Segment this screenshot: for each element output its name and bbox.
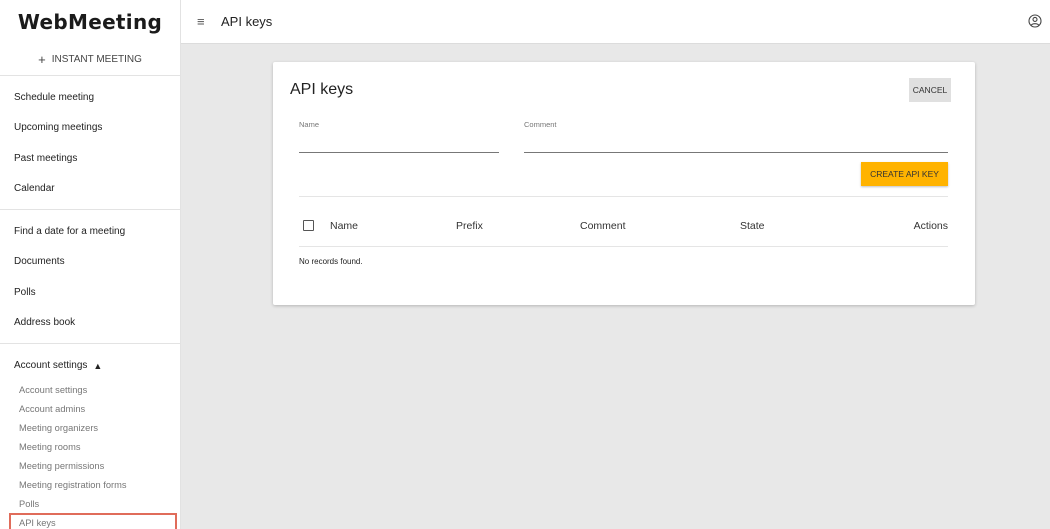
- column-header-comment[interactable]: Comment: [580, 220, 626, 232]
- column-header-state[interactable]: State: [740, 220, 765, 232]
- name-input[interactable]: [299, 140, 499, 151]
- column-header-prefix[interactable]: Prefix: [456, 220, 483, 232]
- sidebar: WebMeeting + INSTANT MEETING Schedule me…: [0, 0, 181, 529]
- card-title: API keys: [290, 81, 354, 98]
- plus-icon: +: [38, 52, 46, 67]
- name-field[interactable]: Name: [299, 120, 499, 153]
- name-field-underline: [299, 152, 499, 153]
- cancel-button[interactable]: CANCEL: [909, 78, 951, 102]
- select-all-checkbox[interactable]: [303, 220, 314, 231]
- name-field-label: Name: [299, 120, 320, 129]
- sidebar-item-documents[interactable]: Documents: [0, 247, 180, 278]
- instant-meeting-label: INSTANT MEETING: [51, 54, 142, 65]
- sidebar-item-polls[interactable]: Polls: [0, 277, 180, 308]
- account-settings-toggle[interactable]: Account settings ▲: [0, 350, 180, 380]
- table-header-divider: [299, 246, 948, 247]
- form-divider: [299, 196, 948, 197]
- sidebar-subitem-meeting-permissions[interactable]: Meeting permissions: [0, 456, 180, 475]
- comment-field-label: Comment: [524, 120, 557, 129]
- column-header-actions: Actions: [913, 220, 948, 232]
- account-circle-icon[interactable]: [1028, 14, 1042, 28]
- sidebar-item-past-meetings[interactable]: Past meetings: [0, 143, 180, 174]
- sidebar-subitem-meeting-rooms[interactable]: Meeting rooms: [0, 437, 180, 456]
- sidebar-subitem-meeting-organizers[interactable]: Meeting organizers: [0, 418, 180, 437]
- column-header-name[interactable]: Name: [330, 220, 358, 232]
- brand-logo: WebMeeting: [17, 10, 163, 34]
- sidebar-subitem-api-keys[interactable]: API keys: [9, 513, 177, 529]
- sidebar-item-upcoming-meetings[interactable]: Upcoming meetings: [0, 113, 180, 144]
- menu-icon[interactable]: ≡: [197, 14, 211, 29]
- chevron-up-icon: ▲: [93, 361, 103, 371]
- sidebar-item-calendar[interactable]: Calendar: [0, 174, 180, 205]
- top-bar: ≡ API keys: [181, 0, 1050, 44]
- sidebar-subitem-account-settings[interactable]: Account settings: [0, 380, 180, 399]
- page-title: API keys: [221, 14, 273, 29]
- create-api-key-button[interactable]: CREATE API KEY: [861, 162, 948, 186]
- comment-input[interactable]: [524, 140, 948, 151]
- sidebar-subitem-registration-forms[interactable]: Meeting registration forms: [0, 475, 180, 494]
- sidebar-item-find-date[interactable]: Find a date for a meeting: [0, 216, 180, 247]
- sidebar-item-address-book[interactable]: Address book: [0, 308, 180, 339]
- sidebar-subitem-polls[interactable]: Polls: [0, 494, 180, 513]
- api-keys-card: API keys CANCEL Name Comment CREATE API …: [273, 62, 975, 305]
- account-settings-section-label: Account settings: [14, 359, 88, 371]
- comment-field[interactable]: Comment: [524, 120, 948, 153]
- sidebar-subitem-account-admins[interactable]: Account admins: [0, 399, 180, 418]
- sidebar-divider: [0, 343, 180, 344]
- sidebar-divider: [0, 209, 180, 210]
- comment-field-underline: [524, 152, 948, 153]
- sidebar-item-schedule-meeting[interactable]: Schedule meeting: [0, 82, 180, 113]
- instant-meeting-button[interactable]: + INSTANT MEETING: [0, 44, 180, 76]
- empty-state-message: No records found.: [299, 257, 363, 266]
